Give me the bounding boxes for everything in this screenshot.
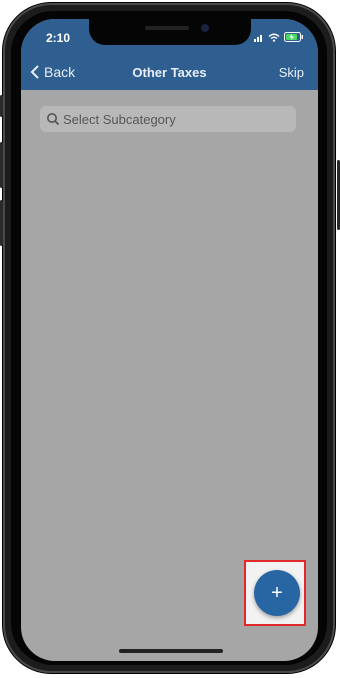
home-indicator	[119, 649, 223, 653]
skip-button[interactable]: Skip	[279, 65, 304, 80]
chevron-left-icon	[30, 65, 39, 79]
status-time: 2:10	[46, 31, 71, 45]
status-icons	[254, 32, 304, 42]
phone-side-button	[0, 95, 3, 117]
wifi-icon	[268, 33, 280, 42]
back-label: Back	[44, 64, 76, 80]
signal-icon	[254, 34, 262, 42]
app-header: 2:10 Back Other Taxes Skip	[21, 19, 318, 90]
notch	[89, 19, 251, 45]
search-icon	[47, 113, 60, 126]
speaker	[145, 26, 189, 30]
front-camera	[201, 24, 209, 32]
search-input[interactable]	[63, 111, 283, 127]
app-screen: 2:10 Back Other Taxes Skip Select Subcat…	[21, 19, 318, 661]
phone-volume-down	[0, 200, 3, 246]
battery-charging-icon	[284, 32, 303, 42]
subcategory-search[interactable]	[40, 106, 296, 132]
phone-volume-up	[0, 142, 3, 188]
back-button[interactable]: Back	[29, 64, 75, 80]
add-button[interactable]: +	[254, 570, 300, 616]
